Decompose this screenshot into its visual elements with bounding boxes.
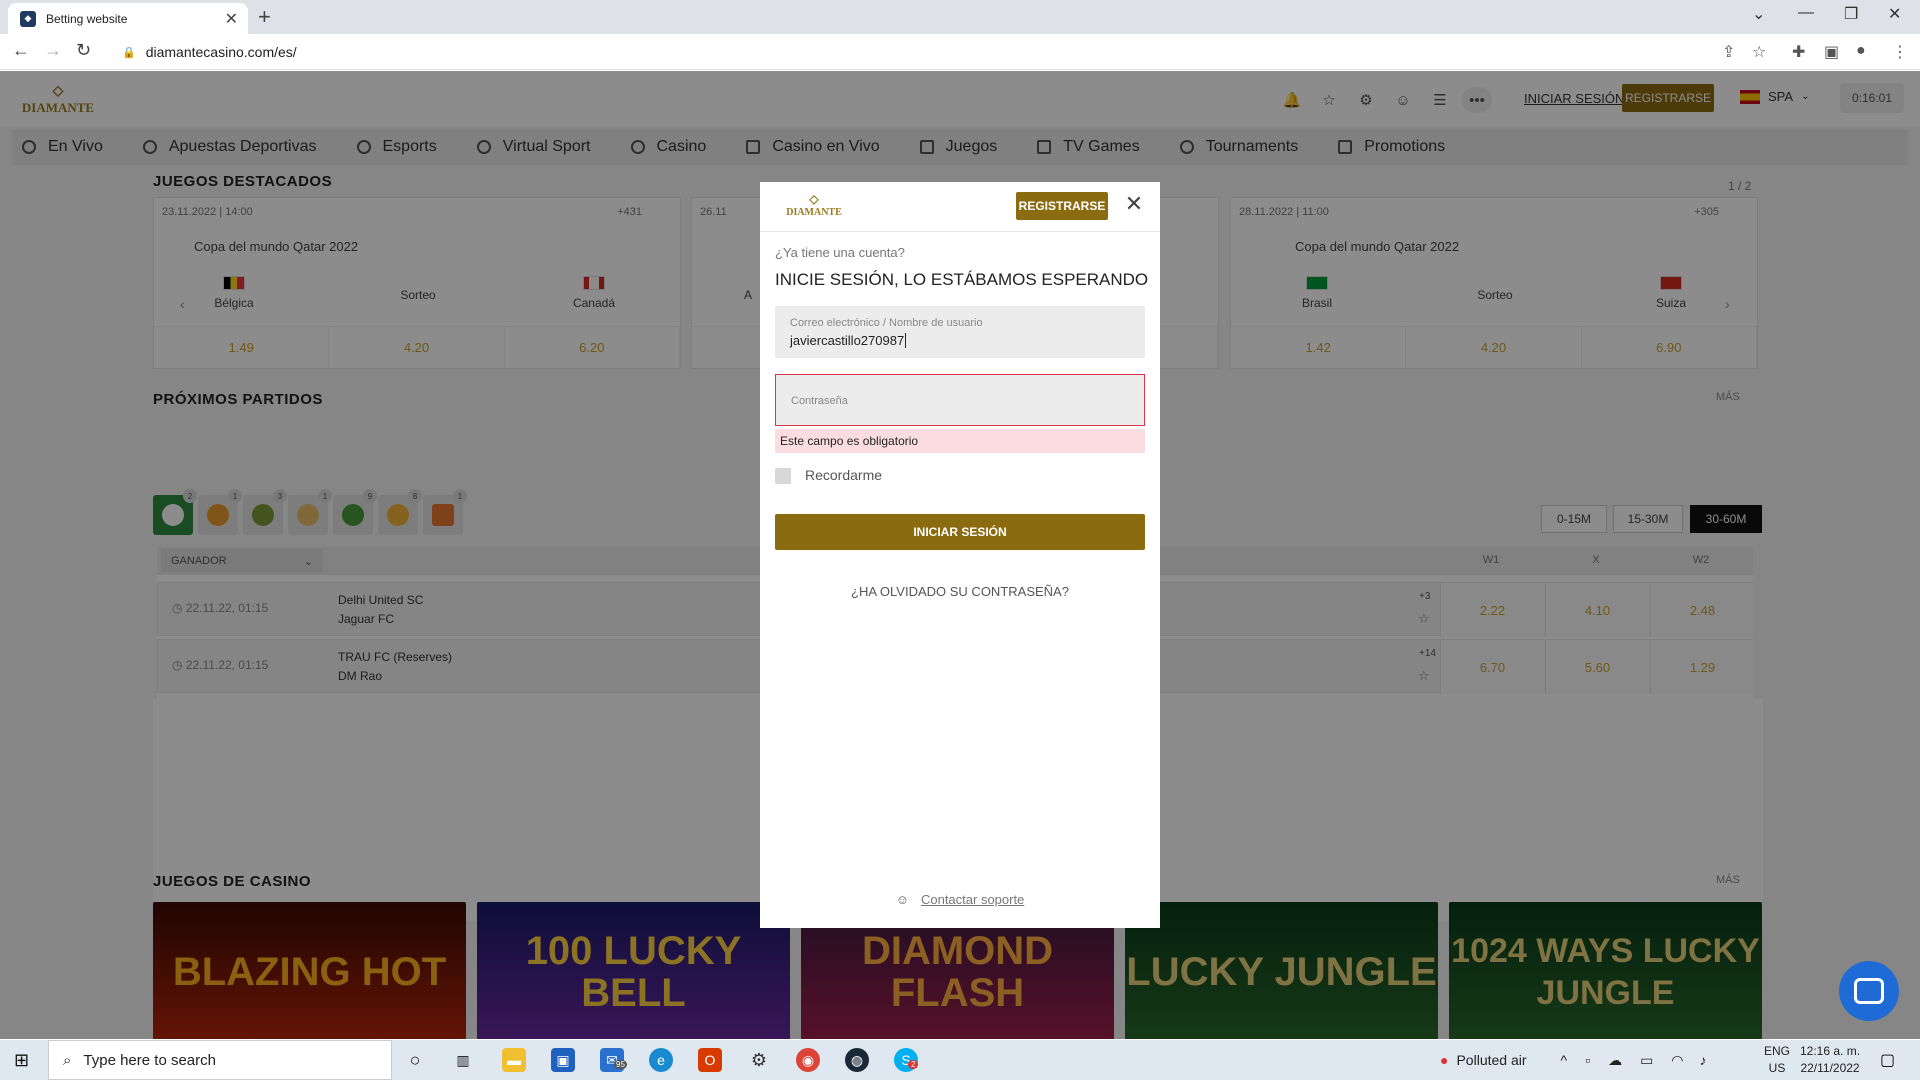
browser-toolbar: ← → ↻ 🔒 diamantecasino.com/es/ ⇪ ☆ ✚ ▣ ●…: [0, 34, 1920, 70]
chat-bubble-icon: [1854, 978, 1884, 1004]
modal-register-button[interactable]: REGISTRARSE: [1016, 192, 1108, 220]
site-favicon-icon: ◆: [20, 10, 36, 27]
mail-badge: 95: [614, 1060, 627, 1069]
battery-icon[interactable]: ▭: [1640, 1052, 1653, 1069]
password-field[interactable]: Contraseña: [775, 374, 1145, 426]
login-modal: ◇ DIAMANTE REGISTRARSE ✕ ¿Ya tiene una c…: [760, 182, 1160, 928]
profile-icon[interactable]: ●: [1856, 42, 1866, 60]
chrome-icon[interactable]: ◉: [796, 1048, 820, 1072]
task-view-icon[interactable]: ▥: [451, 1048, 475, 1072]
windows-taskbar: ⊞ ⌕ Type here to search ○ ▥ ▬ ▣ ✉ 95 e O …: [0, 1040, 1920, 1080]
onedrive-icon[interactable]: ☁: [1608, 1052, 1622, 1069]
back-icon[interactable]: ←: [12, 40, 30, 61]
menu-icon[interactable]: ⋮: [1892, 42, 1908, 62]
lang-secondary: US: [1768, 1061, 1786, 1075]
account-question: ¿Ya tiene una cuenta?: [775, 245, 905, 260]
tab-close-icon[interactable]: ✕: [225, 9, 238, 29]
search-icon: ⌕: [63, 1051, 72, 1069]
volume-icon[interactable]: ♪: [1700, 1052, 1707, 1068]
modal-logo: ◇ DIAMANTE: [782, 192, 846, 222]
wifi-icon[interactable]: ◠: [1671, 1052, 1683, 1069]
username-value[interactable]: javiercastillo270987: [790, 333, 907, 348]
tab-search-icon[interactable]: ⌄: [1752, 4, 1765, 24]
forward-icon[interactable]: →: [44, 40, 62, 61]
username-text: javiercastillo270987: [790, 333, 905, 348]
new-tab-icon[interactable]: +: [258, 4, 271, 30]
minimize-icon[interactable]: —: [1798, 4, 1814, 22]
taskbar-search-text: Type here to search: [83, 1051, 216, 1069]
username-field[interactable]: Correo electrónico / Nombre de usuario j…: [775, 306, 1145, 358]
notifications-icon[interactable]: ▢: [1880, 1050, 1895, 1070]
diamond-icon: ◇: [809, 192, 819, 206]
contact-support[interactable]: ☺ Contactar soporte: [760, 892, 1160, 907]
window-close-icon[interactable]: ✕: [1888, 4, 1901, 24]
chat-button[interactable]: [1839, 961, 1899, 1021]
address-bar[interactable]: 🔒 diamantecasino.com/es/: [108, 38, 1798, 66]
reload-icon[interactable]: ↻: [76, 40, 91, 61]
lock-icon: 🔒: [122, 46, 136, 59]
air-quality-icon: ●: [1440, 1052, 1449, 1068]
url-text: diamantecasino.com/es/: [145, 44, 297, 60]
system-tray: ● Polluted air ^ ▫ ☁ ▭ ◠ ♪: [1440, 1040, 1707, 1080]
text-cursor: [905, 333, 907, 348]
browser-tab-bar: ◆ Betting website ✕ + ⌄ — ❐ ✕: [0, 0, 1920, 34]
tab-title: Betting website: [46, 11, 128, 26]
input-language[interactable]: ENG US: [1764, 1043, 1790, 1077]
support-agent-icon: ☺: [895, 892, 909, 907]
sidebar-icon[interactable]: ▣: [1824, 42, 1839, 62]
mail-icon[interactable]: ✉ 95: [600, 1048, 627, 1072]
browser-tab[interactable]: ◆ Betting website ✕: [8, 3, 248, 34]
edge-icon[interactable]: e: [649, 1048, 673, 1072]
restore-icon[interactable]: ❐: [1844, 4, 1858, 24]
bookmark-star-icon[interactable]: ☆: [1752, 42, 1766, 62]
skype-icon[interactable]: S2: [894, 1048, 919, 1072]
logo-text: DIAMANTE: [786, 207, 842, 218]
share-icon[interactable]: ⇪: [1722, 42, 1735, 62]
modal-close-icon[interactable]: ✕: [1122, 191, 1146, 216]
steam-icon[interactable]: ◍: [845, 1048, 869, 1072]
office-icon[interactable]: O: [698, 1048, 722, 1072]
username-label: Correo electrónico / Nombre de usuario: [790, 317, 983, 329]
settings-icon[interactable]: ⚙: [747, 1048, 771, 1072]
login-submit-button[interactable]: INICIAR SESIÓN: [775, 514, 1145, 550]
windows-start-icon[interactable]: ⊞: [14, 1050, 29, 1071]
remember-label[interactable]: Recordarme: [805, 467, 882, 483]
weather-text[interactable]: Polluted air: [1456, 1052, 1526, 1068]
meet-icon[interactable]: ▫: [1585, 1052, 1590, 1068]
extensions-icon[interactable]: ✚: [1792, 42, 1805, 62]
tray-chevron-icon[interactable]: ^: [1561, 1052, 1568, 1068]
file-explorer-icon[interactable]: ▬: [502, 1048, 526, 1072]
forgot-password-link[interactable]: ¿HA OLVIDADO SU CONTRASEÑA?: [760, 584, 1160, 599]
lang-primary: ENG: [1764, 1044, 1791, 1058]
support-link[interactable]: Contactar soporte: [921, 892, 1024, 907]
cortana-icon[interactable]: ○: [403, 1048, 427, 1072]
password-placeholder: Contraseña: [791, 395, 848, 407]
store-icon[interactable]: ▣: [551, 1048, 575, 1072]
remember-checkbox[interactable]: [775, 468, 791, 484]
date-text: 22/11/2022: [1800, 1061, 1860, 1075]
skype-badge: 2: [908, 1060, 919, 1069]
time-text: 12:16 a. m.: [1800, 1044, 1861, 1058]
modal-divider: [760, 231, 1160, 232]
taskbar-search[interactable]: ⌕ Type here to search: [48, 1040, 392, 1080]
clock[interactable]: 12:16 a. m. 22/11/2022: [1800, 1043, 1860, 1077]
password-error: Este campo es obligatorio: [775, 429, 1145, 453]
modal-title: INICIE SESIÓN, LO ESTÁBAMOS ESPERANDO: [775, 270, 1149, 289]
